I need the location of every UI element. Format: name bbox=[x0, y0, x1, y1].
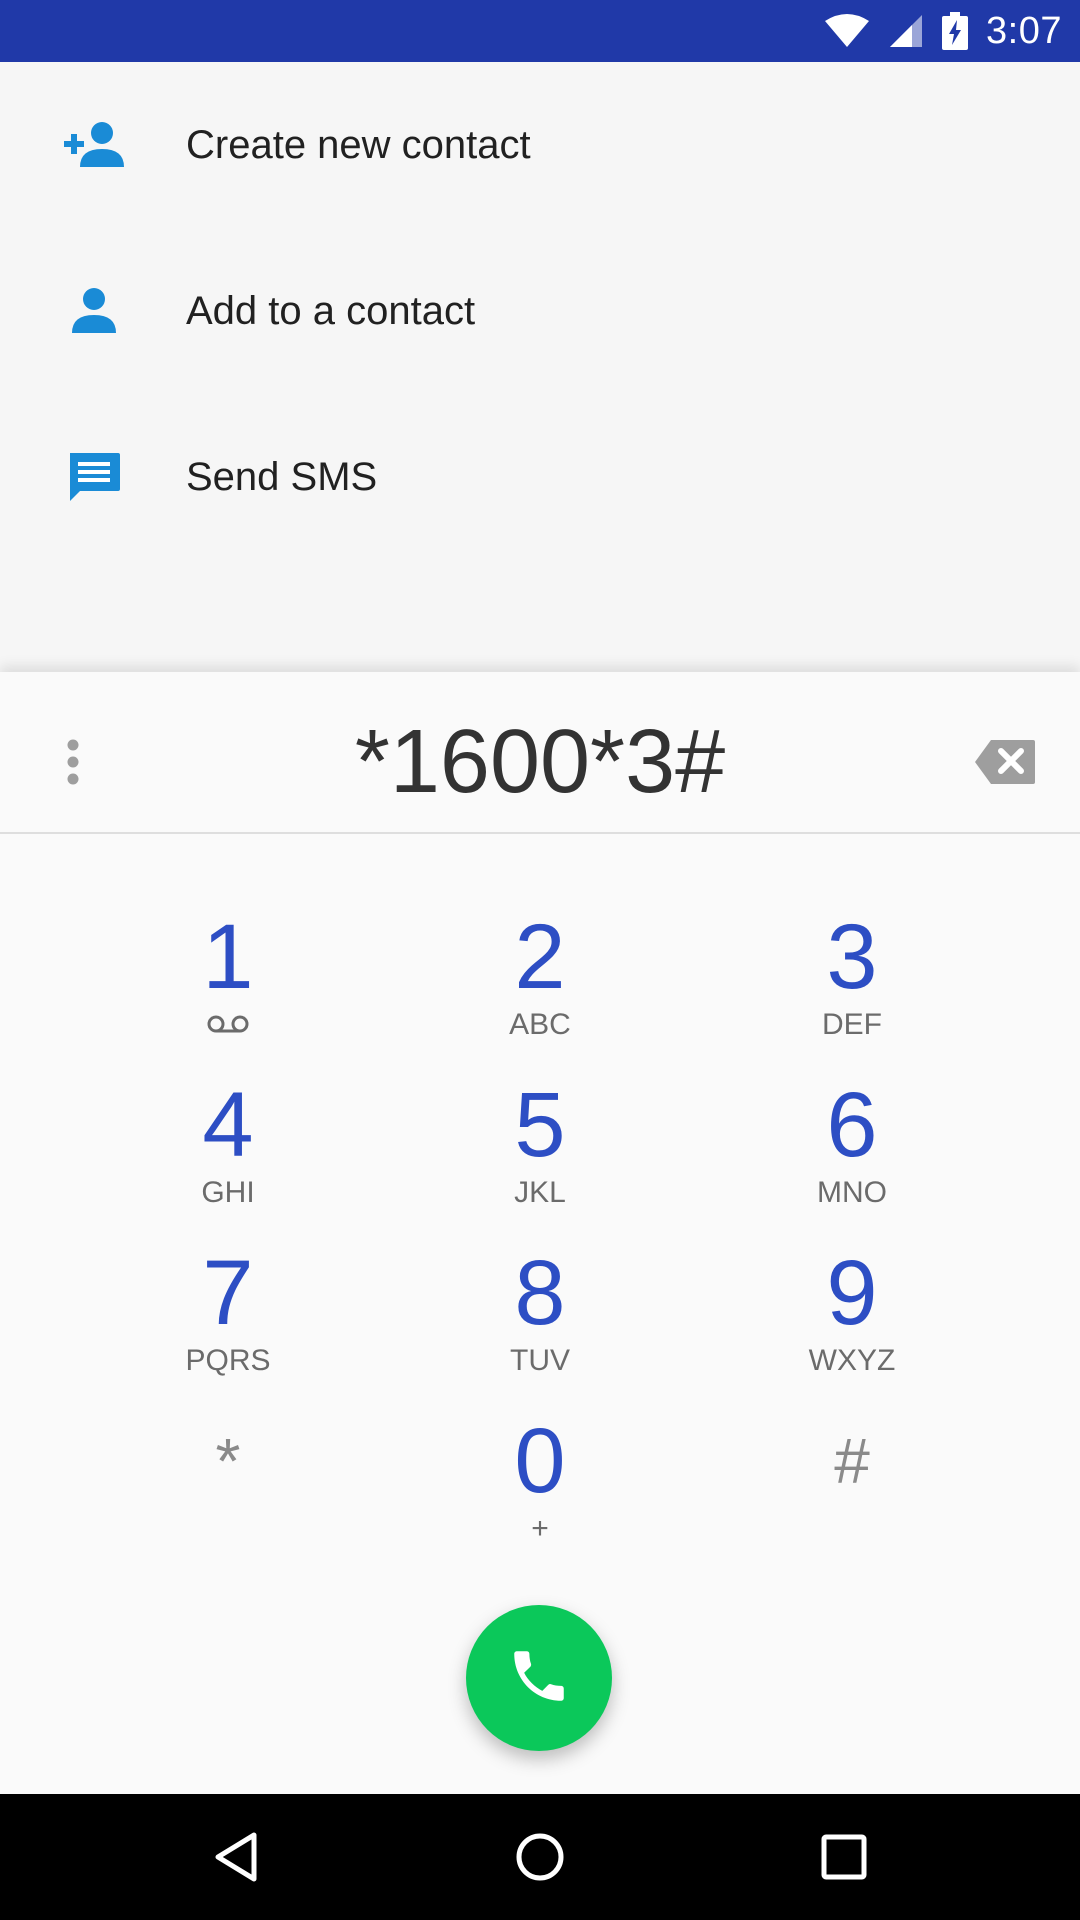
phone-icon bbox=[506, 1643, 572, 1714]
add-person-icon bbox=[62, 113, 126, 177]
battery-charging-icon bbox=[942, 12, 969, 50]
dial-key-letters: DEF bbox=[822, 1008, 882, 1041]
back-icon[interactable] bbox=[196, 1817, 276, 1897]
create-new-contact-row[interactable]: Create new contact bbox=[0, 62, 1080, 228]
dial-key-digit: 7 bbox=[202, 1242, 254, 1344]
home-icon[interactable] bbox=[500, 1817, 580, 1897]
dial-key-letters: WXYZ bbox=[808, 1344, 896, 1377]
dial-key-digit: 8 bbox=[514, 1242, 566, 1344]
dial-key-letters: + bbox=[531, 1512, 549, 1545]
dial-key-2[interactable]: 2 ABC bbox=[420, 902, 660, 1052]
dial-key-letters: GHI bbox=[201, 1176, 255, 1209]
wifi-icon bbox=[824, 13, 870, 49]
dial-key-letters: PQRS bbox=[185, 1344, 271, 1377]
status-time: 3:07 bbox=[986, 9, 1062, 52]
backspace-icon[interactable] bbox=[970, 732, 1040, 792]
dial-key-pound[interactable]: # bbox=[732, 1406, 972, 1556]
send-sms-label: Send SMS bbox=[186, 454, 378, 499]
navigation-bar bbox=[0, 1794, 1080, 1920]
dial-key-digit: 9 bbox=[826, 1242, 878, 1344]
dial-key-5[interactable]: 5 JKL bbox=[420, 1070, 660, 1220]
add-to-contact-row[interactable]: Add to a contact bbox=[0, 228, 1080, 394]
create-new-contact-label: Create new contact bbox=[186, 122, 531, 167]
dialed-digits-field[interactable]: *1600*3# bbox=[160, 692, 920, 832]
dial-key-4[interactable]: 4 GHI bbox=[108, 1070, 348, 1220]
dial-key-3[interactable]: 3 DEF bbox=[732, 902, 972, 1052]
dial-key-star[interactable]: * bbox=[108, 1406, 348, 1556]
message-icon bbox=[62, 445, 126, 509]
dial-key-symbol: # bbox=[834, 1425, 870, 1497]
recents-icon[interactable] bbox=[804, 1817, 884, 1897]
dial-key-7[interactable]: 7 PQRS bbox=[108, 1238, 348, 1388]
dial-key-1[interactable]: 1 bbox=[108, 902, 348, 1052]
contact-actions-list: Create new contact Add to a contact Send… bbox=[0, 62, 1080, 672]
dial-key-6[interactable]: 6 MNO bbox=[732, 1070, 972, 1220]
cell-signal-icon bbox=[888, 13, 924, 49]
dial-key-digit: 6 bbox=[826, 1074, 878, 1176]
status-icons: 3:07 bbox=[824, 0, 1062, 62]
dialpad-panel: *1600*3# 1 2 ABC 3 DEF 4 GHI 5 JKL 6 MNO… bbox=[0, 672, 1080, 1794]
dial-key-letters: JKL bbox=[514, 1176, 566, 1209]
dial-key-digit: 0 bbox=[514, 1410, 566, 1512]
digits-row: *1600*3# bbox=[0, 692, 1080, 834]
dial-key-0[interactable]: 0 + bbox=[420, 1406, 660, 1556]
dial-key-digit: 4 bbox=[202, 1074, 254, 1176]
add-to-contact-label: Add to a contact bbox=[186, 288, 476, 333]
dial-key-digit: 3 bbox=[826, 906, 878, 1008]
status-bar: 3:07 bbox=[0, 0, 1080, 62]
dial-key-letters: MNO bbox=[817, 1176, 887, 1209]
dial-key-digit: 2 bbox=[514, 906, 566, 1008]
voicemail-icon bbox=[206, 1014, 250, 1039]
call-button[interactable] bbox=[466, 1605, 612, 1751]
dial-key-symbol: * bbox=[215, 1425, 241, 1497]
person-icon bbox=[62, 279, 126, 343]
dial-key-digit: 5 bbox=[514, 1074, 566, 1176]
more-vert-icon[interactable] bbox=[50, 722, 96, 802]
dial-key-letters: TUV bbox=[510, 1344, 570, 1377]
dial-key-9[interactable]: 9 WXYZ bbox=[732, 1238, 972, 1388]
dial-key-8[interactable]: 8 TUV bbox=[420, 1238, 660, 1388]
send-sms-row[interactable]: Send SMS bbox=[0, 394, 1080, 560]
dial-key-digit: 1 bbox=[202, 906, 254, 1008]
dial-key-letters: ABC bbox=[509, 1008, 571, 1041]
